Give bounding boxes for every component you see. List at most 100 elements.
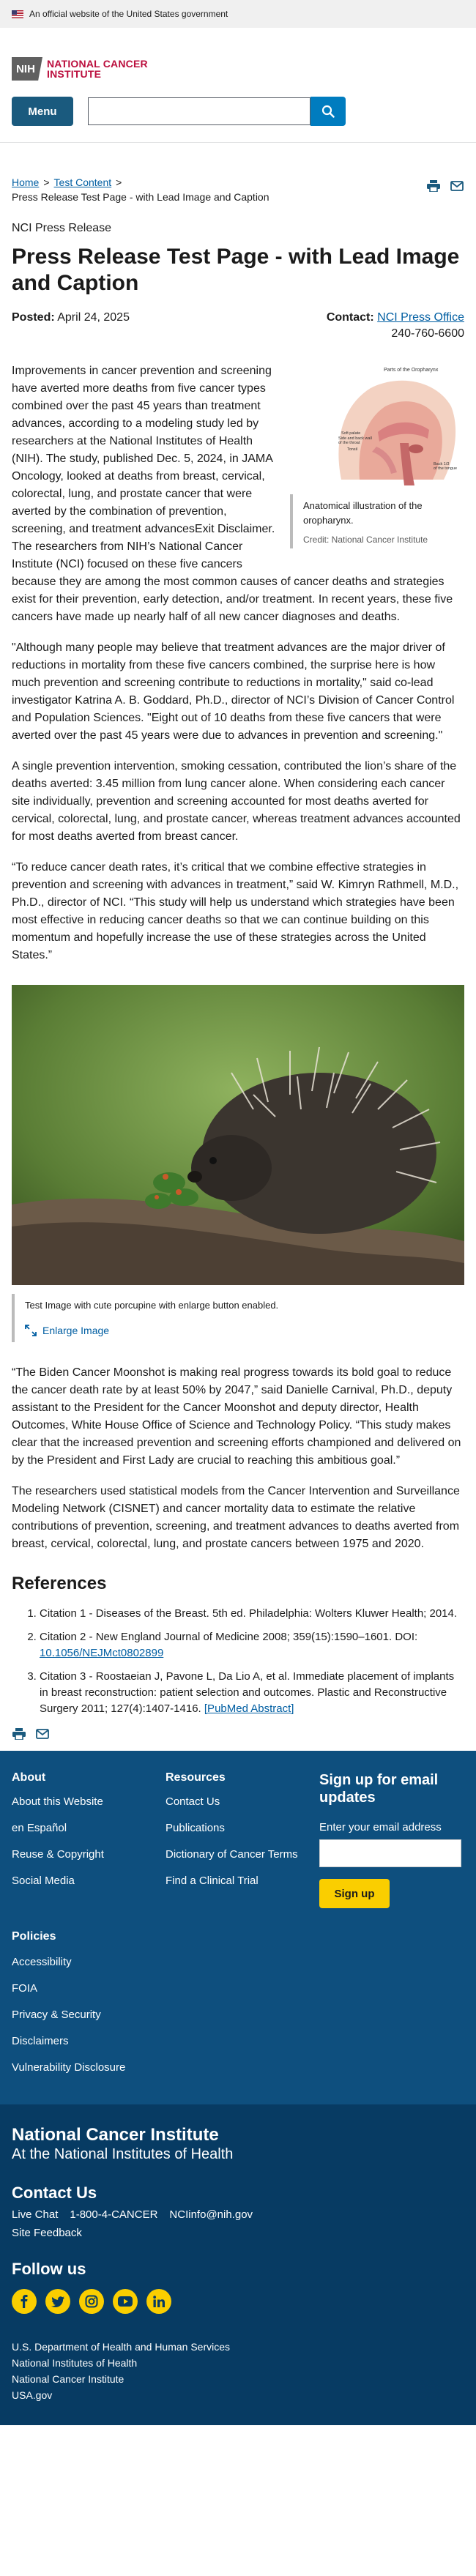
main-content: NCI Press Release Press Release Test Pag… <box>0 222 476 1751</box>
nih-logo-badge: NIH <box>12 57 42 81</box>
press-office-link[interactable]: NCI Press Office <box>377 311 464 324</box>
search-row: Menu <box>12 97 464 126</box>
footer-link-contact-us[interactable]: Contact Us <box>166 1795 319 1809</box>
footer-org-subtitle: At the National Institutes of Health <box>12 2146 234 2162</box>
signup-label: Enter your email address <box>319 1821 442 1834</box>
email-icon[interactable] <box>35 1727 50 1741</box>
paragraph: "Although many people may believe that t… <box>12 641 455 742</box>
paragraph: “To reduce cancer death rates, it’s crit… <box>12 861 459 961</box>
reference-text: Citation 2 - New England Journal of Medi… <box>40 1631 418 1643</box>
footer-link-publications[interactable]: Publications <box>166 1821 319 1836</box>
bottom-page-tools <box>12 1727 464 1751</box>
phone-link[interactable]: 1-800-4-CANCER <box>70 2208 157 2221</box>
agency-link-nci[interactable]: National Cancer Institute <box>12 2371 464 2387</box>
nci-logo-text: National Cancer Institute <box>47 59 148 79</box>
policy-link-accessibility[interactable]: Accessibility <box>12 1955 464 1970</box>
footer-link-clinical-trial[interactable]: Find a Clinical Trial <box>166 1874 319 1888</box>
email-field[interactable] <box>319 1839 461 1867</box>
site-feedback-link[interactable]: Site Feedback <box>12 2227 464 2239</box>
contact-row: Live Chat 1-800-4-CANCER NCIinfo@nih.gov <box>12 2208 464 2221</box>
gov-banner-text: An official website of the United States… <box>29 9 228 19</box>
posted-date-value: April 24, 2025 <box>57 311 130 324</box>
enlarge-icon <box>25 1325 37 1336</box>
pubmed-abstract-link[interactable]: [PubMed Abstract] <box>204 1702 294 1715</box>
footer-link-social-media[interactable]: Social Media <box>12 1874 166 1888</box>
site-header: NIH National Cancer Institute Menu <box>0 28 476 126</box>
doi-link[interactable]: 10.1056/NEJMct0802899 <box>40 1647 163 1659</box>
email-icon[interactable] <box>450 179 464 193</box>
footer-resources-column: Resources Contact Us Publications Dictio… <box>166 1771 319 1908</box>
page-title: Press Release Test Page - with Lead Imag… <box>12 245 460 295</box>
footer-policies: Policies Accessibility FOIA Privacy & Se… <box>12 1930 464 2075</box>
email-signup: Sign up for email updates Enter your ema… <box>319 1771 464 1908</box>
footer-link-dictionary[interactable]: Dictionary of Cancer Terms <box>166 1847 319 1862</box>
paragraph: A single prevention intervention, smokin… <box>12 760 461 843</box>
policy-link-foia[interactable]: FOIA <box>12 1981 464 1996</box>
footer-about-heading: About <box>12 1771 46 1784</box>
footer-link-espanol[interactable]: en Español <box>12 1821 166 1836</box>
enlarge-image-button[interactable]: Enlarge Image <box>25 1323 464 1338</box>
policy-link-disclaimers[interactable]: Disclaimers <box>12 2034 464 2049</box>
breadcrumb-separator: > <box>43 176 50 188</box>
contact-heading: Contact Us <box>12 2184 97 2202</box>
twitter-icon[interactable] <box>45 2289 70 2314</box>
agency-link-hhs[interactable]: U.S. Department of Health and Human Serv… <box>12 2339 464 2355</box>
policy-link-vulnerability[interactable]: Vulnerability Disclosure <box>12 2061 464 2075</box>
reference-item: Citation 1 - Diseases of the Breast. 5th… <box>40 1606 464 1622</box>
breadcrumb: Home > Test Content > Press Release Test Pa… <box>0 143 476 204</box>
linkedin-icon[interactable] <box>146 2289 171 2314</box>
instagram-icon[interactable] <box>79 2289 104 2314</box>
article-meta: Posted: April 24, 2025 Contact: NCI Pres… <box>12 310 464 342</box>
posted-date: Posted: April 24, 2025 <box>12 310 130 342</box>
youtube-icon[interactable] <box>113 2289 138 2314</box>
agency-links: U.S. Department of Health and Human Serv… <box>12 2339 464 2403</box>
policy-link-privacy[interactable]: Privacy & Security <box>12 2008 464 2022</box>
reference-item: Citation 2 - New England Journal of Medi… <box>40 1629 464 1661</box>
signup-button[interactable]: Sign up <box>319 1879 390 1908</box>
facebook-icon[interactable] <box>12 2289 37 2314</box>
page-tools <box>426 179 464 193</box>
search-button[interactable] <box>310 97 346 126</box>
breadcrumb-test-content[interactable]: Test Content <box>54 176 112 188</box>
lead-figure-caption: Anatomical illustration of the oropharyn… <box>290 494 464 548</box>
breadcrumb-home[interactable]: Home <box>12 176 39 188</box>
svg-text:Tonsil: Tonsil <box>347 447 357 452</box>
lead-caption-text: Anatomical illustration of the oropharyn… <box>303 500 423 526</box>
enlarge-image-label: Enlarge Image <box>42 1325 110 1336</box>
porcupine-figure: Test Image with cute porcupine with enla… <box>12 985 464 1342</box>
social-links <box>12 2289 464 2314</box>
svg-text:of the tongue: of the tongue <box>434 466 457 471</box>
lead-figure: Parts of the Oropharynx Soft palate Side… <box>290 362 464 548</box>
site-footer: About About this Website en Español Reus… <box>0 1751 476 2425</box>
footer-links-section: About About this Website en Español Reus… <box>0 1751 476 2104</box>
menu-button[interactable]: Menu <box>12 97 73 126</box>
agency-link-usagov[interactable]: USA.gov <box>12 2387 464 2403</box>
email-link[interactable]: NCIinfo@nih.gov <box>169 2208 253 2221</box>
oropharynx-illustration: Parts of the Oropharynx Soft palate Side… <box>290 362 464 488</box>
live-chat-link[interactable]: Live Chat <box>12 2208 58 2221</box>
porcupine-caption: Test Image with cute porcupine with enla… <box>12 1294 464 1342</box>
gov-banner: An official website of the United States… <box>0 0 476 28</box>
references-list: Citation 1 - Diseases of the Breast. 5th… <box>12 1606 464 1717</box>
agency-link-nih[interactable]: National Institutes of Health <box>12 2355 464 2371</box>
footer-org-title: National Cancer Institute <box>12 2125 219 2145</box>
contact-phone: 240-760-6600 <box>391 327 464 340</box>
contact-label: Contact: <box>326 311 374 324</box>
policies-heading: Policies <box>12 1930 56 1943</box>
footer-link-about-website[interactable]: About this Website <box>12 1795 166 1809</box>
paragraph: “The Biden Cancer Moonshot is making rea… <box>12 1366 461 1467</box>
print-icon[interactable] <box>12 1727 26 1741</box>
breadcrumb-separator: > <box>116 176 122 188</box>
lead-caption-credit: Credit: National Cancer Institute <box>303 535 428 545</box>
article-body-continued: “The Biden Cancer Moonshot is making rea… <box>12 1364 464 1553</box>
footer-about-column: About About this Website en Español Reus… <box>12 1771 166 1908</box>
breadcrumb-current: Press Release Test Page - with Lead Imag… <box>12 191 269 203</box>
nci-logo-line2: Institute <box>47 68 102 80</box>
footer-identity: National Cancer Institute At the Nationa… <box>0 2104 476 2425</box>
us-flag-icon <box>12 10 23 18</box>
site-logo[interactable]: NIH National Cancer Institute <box>12 57 464 81</box>
porcupine-image[interactable] <box>12 985 464 1285</box>
footer-link-reuse[interactable]: Reuse & Copyright <box>12 1847 166 1862</box>
print-icon[interactable] <box>426 179 441 193</box>
search-input[interactable] <box>88 97 310 125</box>
